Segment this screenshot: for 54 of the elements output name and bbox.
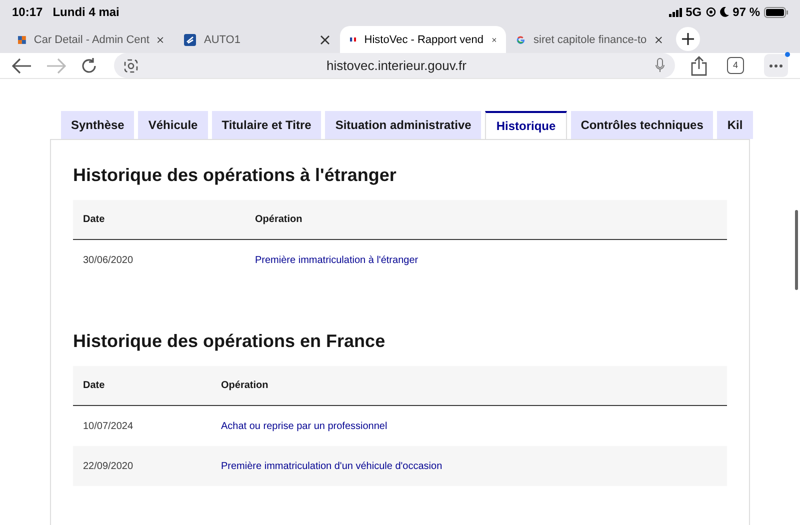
close-icon[interactable] — [157, 34, 164, 44]
page-tab[interactable]: Kil — [717, 111, 753, 139]
back-icon[interactable] — [12, 58, 32, 74]
close-icon[interactable] — [654, 34, 662, 44]
page-tab[interactable]: Situation administrative — [325, 111, 482, 139]
column-header: Opération — [221, 379, 268, 393]
url-text: histovec.interieur.gouv.fr — [326, 56, 468, 75]
operation-link[interactable]: Première immatriculation d'un véhicule d'occasion — [221, 458, 442, 474]
microphone-icon[interactable] — [655, 58, 665, 73]
browser-tab[interactable]: AUTO1 — [174, 26, 340, 53]
date-cell-text: 30/06/2020 — [82, 254, 134, 268]
page-tab[interactable]: Véhicule — [138, 111, 208, 139]
more-button[interactable] — [764, 54, 788, 77]
new-tab-button[interactable] — [676, 27, 700, 51]
date-cell-text: 22/09/2020 — [82, 460, 134, 474]
close-icon[interactable] — [320, 34, 330, 44]
moon-icon — [720, 7, 729, 17]
page-tab[interactable]: Contrôles techniques — [570, 111, 714, 139]
lens-icon[interactable] — [124, 58, 138, 72]
plus-icon — [682, 33, 694, 45]
date-cell-text: 10/07/2024 — [82, 420, 134, 434]
status-time: 10:17 — [12, 4, 43, 21]
network-label: 5G — [686, 4, 702, 21]
section-title: Historique des opérations en France — [73, 330, 386, 353]
tab-title: Car Detail - Admin Cent — [34, 34, 150, 46]
page-tab[interactable]: Titulaire et Titre — [212, 111, 322, 139]
operation-link[interactable]: Première immatriculation à l'étranger — [255, 252, 418, 268]
operation-link[interactable]: Achat ou reprise par un professionnel — [221, 418, 388, 434]
flag-icon — [350, 35, 356, 44]
page-tab[interactable]: Synthèse — [61, 111, 134, 139]
column-header: Date — [82, 379, 106, 393]
battery-percent: 97 % — [732, 4, 760, 21]
reload-icon[interactable] — [80, 56, 98, 74]
browser-tab[interactable]: siret capitole finance-to — [506, 26, 672, 53]
column-header: Date — [82, 213, 106, 227]
squares-icon — [18, 34, 26, 46]
column-header: Opération — [255, 213, 302, 227]
signal-icon — [668, 8, 682, 16]
address-field[interactable]: histovec.interieur.gouv.fr — [114, 53, 675, 78]
logo-icon — [184, 34, 196, 46]
status-date: Lundi 4 mai — [52, 4, 120, 21]
google-icon — [516, 33, 526, 46]
tab-title: siret capitole finance-to — [534, 34, 647, 46]
more-icon — [769, 64, 783, 68]
tab-title: AUTO1 — [204, 34, 240, 46]
tab-title: HistoVec - Rapport vend — [364, 34, 484, 46]
section-title: Historique des opérations à l'étranger — [73, 164, 398, 187]
page-tab[interactable]: Historique — [485, 111, 567, 139]
battery-icon — [764, 6, 788, 18]
browser-tab[interactable]: Car Detail - Admin Cent — [8, 26, 174, 53]
browser-tab[interactable]: HistoVec - Rapport vend — [340, 26, 506, 53]
tab-count[interactable]: 4 — [727, 57, 744, 74]
share-icon[interactable] — [691, 56, 707, 76]
location-icon — [706, 7, 716, 17]
